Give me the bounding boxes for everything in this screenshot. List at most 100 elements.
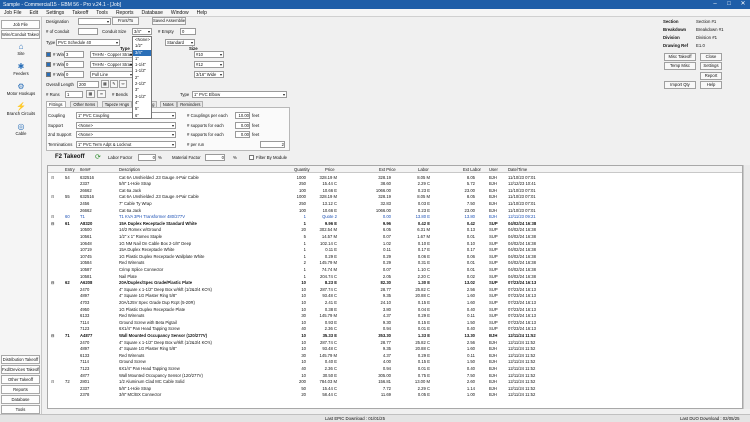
- sidebar-feeders[interactable]: ✱ Feeders: [1, 62, 41, 76]
- menu-help[interactable]: Help: [193, 10, 211, 16]
- num-runs-input[interactable]: 1: [65, 91, 83, 98]
- sidebar-branch-circuits[interactable]: ⚡ Branch Circuits: [1, 102, 41, 116]
- wire-count-1[interactable]: 0: [64, 61, 84, 68]
- table-row[interactable]: 6133 Red Wirenuts 30 145.79 M 4.37 0.29 E 0.11…: [48, 313, 742, 319]
- wire-checkbox-0[interactable]: [46, 52, 51, 57]
- sidebar-bottom-0[interactable]: Distribution Takeoff: [1, 355, 40, 364]
- wire-type-0[interactable]: THHN - Copper Strand: [90, 51, 134, 58]
- sidebar-bottom-2[interactable]: Other Takeoff: [1, 375, 40, 384]
- table-row[interactable]: 7114 Ground Screw 10 0.40 E 4.00 0.15 E 1.50 BJ…: [48, 359, 742, 365]
- sidebar-bottom-1[interactable]: Fxd/Devices Takeoff: [1, 365, 40, 374]
- saved-assemblies-button[interactable]: Saved Assemblies: [152, 17, 186, 25]
- sidebar-bottom-5[interactable]: Tools: [1, 405, 40, 414]
- table-row[interactable]: 10719 15A Duplex Receptacle White 1 0.11 E 0…: [48, 247, 742, 253]
- table-row[interactable]: 6133 Red Wirenuts 30 145.79 M 4.37 0.29 E 0.11…: [48, 353, 742, 359]
- expand-icon[interactable]: ⊟: [51, 333, 55, 339]
- wire-count-0[interactable]: 3: [64, 51, 84, 58]
- elbow-type-select[interactable]: 1" PVC Elbow: [192, 91, 287, 98]
- table-row[interactable]: 4703 20A/125V Spec Grade Dup Rcpt (5-20R)…: [48, 300, 742, 306]
- conduit-type-select[interactable]: PVC Schedule 40: [56, 39, 120, 46]
- expand-icon[interactable]: ⊟: [51, 379, 55, 385]
- close-icon[interactable]: ✕: [736, 0, 750, 9]
- table-row[interactable]: 26662 Cat 6a Jack 100 10.66 E 1066.00 0.23 E 2…: [48, 208, 742, 214]
- sidebar-bottom-3[interactable]: Reports: [1, 385, 40, 394]
- supports2-input[interactable]: 0.00: [235, 131, 250, 138]
- sidebar-cable[interactable]: ◎ Cable: [1, 122, 41, 136]
- type-standard-select[interactable]: Standard: [165, 39, 195, 46]
- table-row[interactable]: 26662 Cat 6a Jack 100 10.66 E 1066.00 0.23 E 2…: [48, 188, 742, 194]
- table-row[interactable]: 10648 1G NM Nail On Cable Box 2-1/8" Deep…: [48, 241, 742, 247]
- table-row[interactable]: 7123 6X1/4" Pan Head Tapping Screw 40 2.36 …: [48, 366, 742, 372]
- wire-checkbox-1[interactable]: [46, 62, 51, 67]
- wire-checkbox-2[interactable]: [46, 72, 51, 77]
- wire-size-0[interactable]: #10: [194, 51, 224, 58]
- conduit-size-dropdown[interactable]: <None> 1/2" 3/4" 1" 1-1/4" 1-1/2" 2" 2-1/2" 3" 3-…: [132, 36, 152, 119]
- menu-tools[interactable]: Tools: [92, 10, 112, 16]
- table-row[interactable]: 7114 Ground Screw with Beta Pigtail 10 0.93…: [48, 320, 742, 326]
- menu-database[interactable]: Database: [137, 10, 166, 16]
- table-row[interactable]: ⊟ 55 632516 Cat 6A Unshielded .23 Gauge 4-P…: [48, 194, 742, 200]
- right-btn-settings[interactable]: Settings: [700, 62, 722, 70]
- terminations-select[interactable]: 1" PVC Term Adpt & Locknut: [76, 141, 176, 148]
- table-row[interactable]: ⊟ 54 632516 Cat 6A Unshielded .23 Gauge 4-P…: [48, 175, 742, 181]
- sidebar-btn-0[interactable]: Job File: [1, 20, 40, 29]
- table-row[interactable]: 7123 6X1/4" Pan Head Tapping Screw 40 2.36 …: [48, 326, 742, 332]
- material-factor-input[interactable]: 0: [205, 154, 225, 161]
- calc-icon[interactable]: ▦: [101, 80, 109, 88]
- labor-factor-input[interactable]: 0: [138, 154, 156, 161]
- table-row[interactable]: 4877 Wall Mounted Occupancy Sensor (120/2…: [48, 373, 742, 379]
- table-row[interactable]: ⊟ 60 T1 T1 KVA 3PH Transformer 480/277V 1 Quo…: [48, 214, 742, 220]
- support-select[interactable]: <None>: [76, 122, 176, 129]
- conduit-size-select[interactable]: 3/4": [132, 28, 152, 35]
- sidebar-site[interactable]: ⌂ Site: [1, 42, 41, 56]
- maximize-icon[interactable]: □: [722, 0, 736, 9]
- sidebar-motor-hookups[interactable]: ⚙ Motor Hookups: [1, 82, 41, 96]
- minimize-icon[interactable]: –: [708, 0, 722, 9]
- table-row[interactable]: 4897 4" Square 1G Plaster Ring 5/8" 10 93.4…: [48, 293, 742, 299]
- wire-count-2[interactable]: 0: [64, 71, 84, 78]
- runs-link-icon[interactable]: ∞: [97, 90, 106, 98]
- table-row[interactable]: 2378 3/8" MC/BX Connector 20 58.44 C 11.69 0.…: [48, 392, 742, 398]
- menu-window[interactable]: Window: [167, 10, 193, 16]
- table-row[interactable]: ⊟ 72 2801 1/2 Aluminum Clad MC Cable Solid 2…: [48, 379, 742, 385]
- coupling-select[interactable]: 1" PVC Coupling: [76, 112, 176, 119]
- expand-icon[interactable]: ⊟: [51, 175, 55, 181]
- menu-reports[interactable]: Reports: [112, 10, 138, 16]
- table-row[interactable]: 10561 1/2" x 1" Romex Staple 5 14.57 M 0.07 1…: [48, 234, 742, 240]
- table-row[interactable]: 2456 7" Cable Ty Wrap 250 13.12 C 32.83 0.03 …: [48, 201, 742, 207]
- expand-icon[interactable]: ⊟: [51, 221, 55, 227]
- refresh-icon[interactable]: ⟳: [95, 153, 101, 161]
- front-to-button[interactable]: Front/To: [112, 17, 139, 25]
- sidebar-bottom-4[interactable]: Database: [1, 395, 40, 404]
- table-row[interactable]: 2470 4" Square x 1-1/2" Deep Box w/Ikft (…: [48, 287, 742, 293]
- link-icon[interactable]: ∞: [119, 80, 127, 88]
- sidebar-btn-1[interactable]: Wire/Conduit Takeoff: [1, 30, 40, 39]
- overall-length-input[interactable]: 200: [77, 81, 99, 88]
- right-btn-report[interactable]: Report: [700, 72, 722, 80]
- couplings-per-input[interactable]: 10.00: [235, 112, 250, 119]
- num-empty-input[interactable]: 0: [180, 28, 196, 35]
- per-run-input[interactable]: 2: [260, 141, 285, 148]
- table-row[interactable]: 10581 Nail Plate 1 204.74 C 2.05 2.20 C 0.02 SU…: [48, 274, 742, 280]
- num-conduit-input[interactable]: [78, 28, 98, 35]
- ruler-icon[interactable]: ✎: [110, 80, 118, 88]
- expand-icon[interactable]: ⊟: [51, 194, 55, 200]
- menu-takeoff[interactable]: Takeoff: [68, 10, 92, 16]
- table-row[interactable]: 10745 1G Plastic Duplex Receptacle Wallpl…: [48, 254, 742, 260]
- table-row[interactable]: 10500 14/2 Romex w/Ground 20 302.54 M 6.05 6.…: [48, 227, 742, 233]
- runs-calc-icon[interactable]: ▦: [86, 90, 95, 98]
- table-row[interactable]: 4897 4" Square 1G Plaster Ring 5/8" 10 93.4…: [48, 346, 742, 352]
- table-row[interactable]: 10584 Red Wirenuts 2 145.79 M 0.29 0.31 E 0.01…: [48, 260, 742, 266]
- expand-icon[interactable]: ⊟: [51, 214, 55, 220]
- wire-type-1[interactable]: THHN - Copper Strand: [90, 61, 134, 68]
- table-row[interactable]: ⊟ 62 A6208 20A/Duplex/Spec Grade/Plastic Pl…: [48, 280, 742, 286]
- right-btn-misc-takeoff[interactable]: Misc Takeoff: [664, 53, 696, 61]
- right-btn-import-qty[interactable]: Import Qty: [664, 81, 696, 89]
- expand-icon[interactable]: ⊟: [51, 280, 55, 286]
- right-btn-help[interactable]: Help: [700, 81, 722, 89]
- right-btn-close[interactable]: Close: [700, 53, 722, 61]
- table-row[interactable]: 4950 1G Plastic Duplex Receptacle Plate 10…: [48, 307, 742, 313]
- table-row[interactable]: ⊟ 71 A4877 Wall Mounted Occupancy Sensor (1…: [48, 333, 742, 339]
- wire-size-1[interactable]: #12: [194, 61, 224, 68]
- wire-type-2[interactable]: Pull Line: [90, 71, 134, 78]
